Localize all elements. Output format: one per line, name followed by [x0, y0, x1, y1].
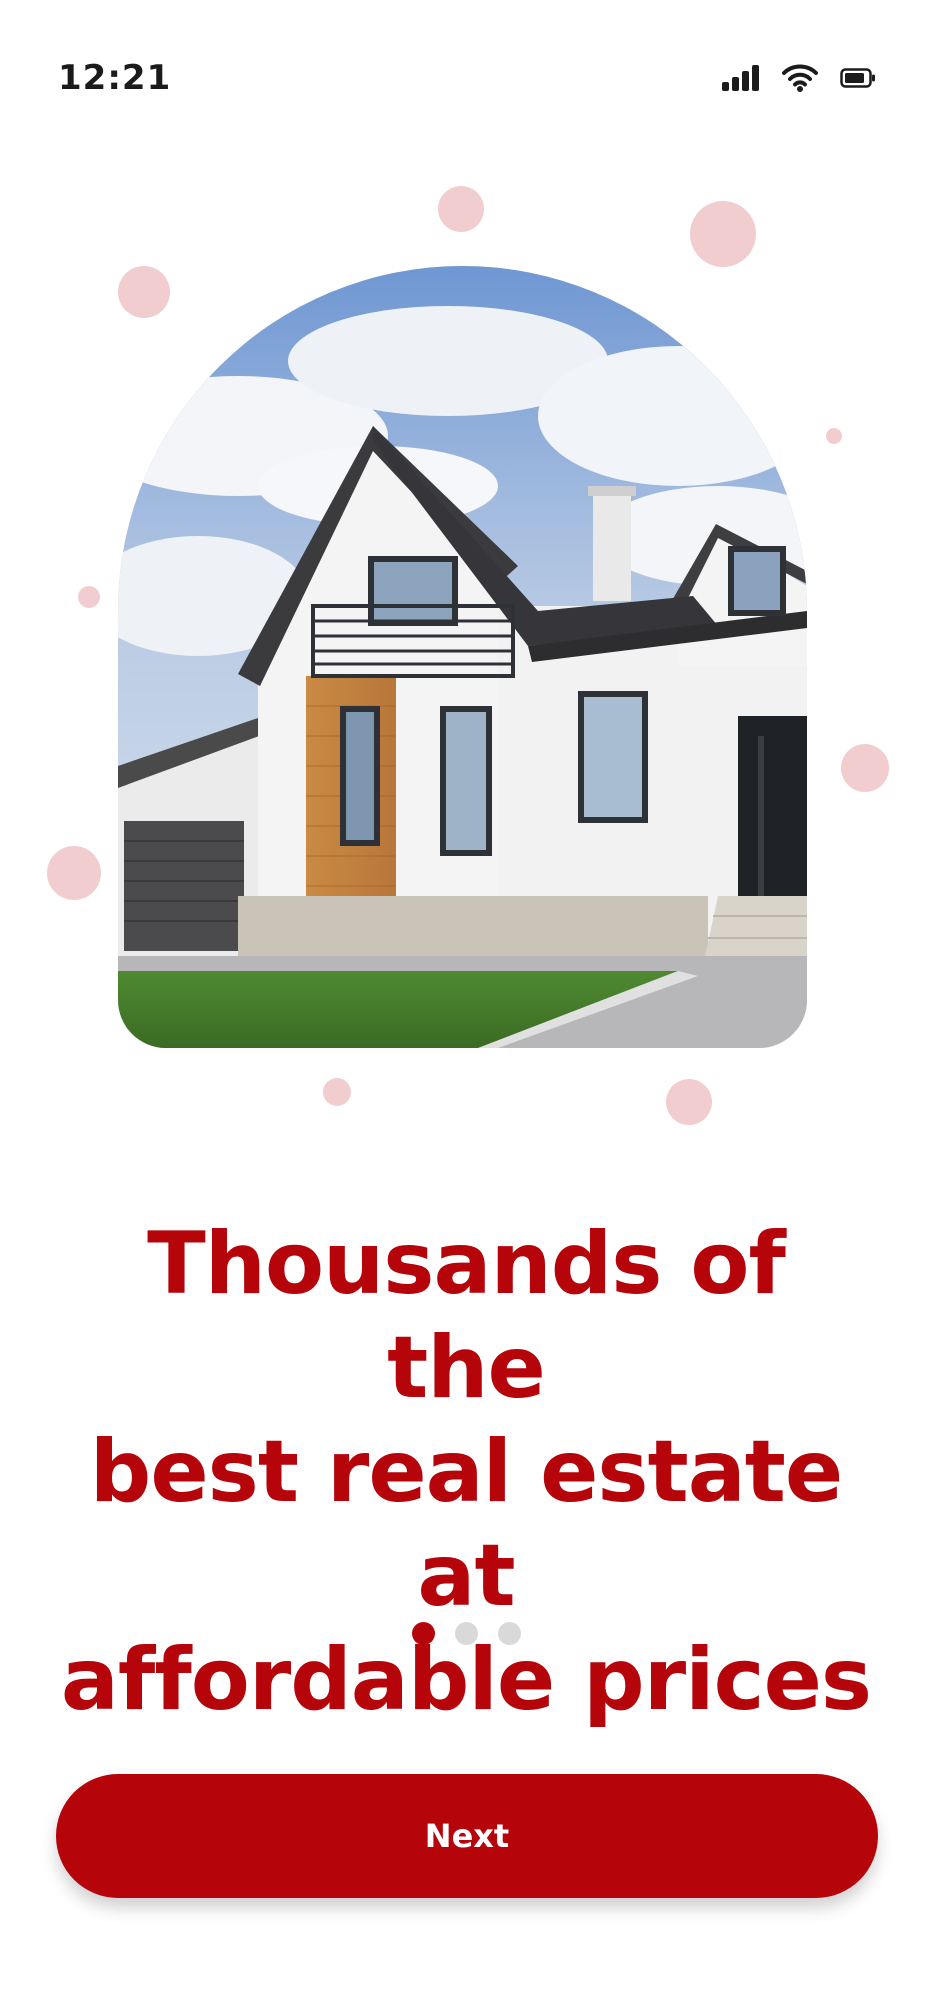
page-dot-2[interactable]	[454, 1622, 478, 1645]
onboarding-screen: 12:21 Thousands of the best real estate …	[0, 0, 932, 2016]
decor-dot	[323, 1078, 351, 1106]
decor-dot	[118, 266, 170, 318]
headline-line: Thousands of the	[147, 1214, 786, 1418]
battery-icon	[840, 68, 876, 92]
hero-house-image	[118, 266, 807, 1048]
page-dot-3[interactable]	[497, 1622, 521, 1645]
headline-line: best real estate at	[89, 1422, 843, 1626]
status-icons	[722, 64, 876, 96]
status-bar: 12:21	[0, 0, 932, 160]
decor-dot	[438, 186, 484, 232]
decor-dot	[690, 201, 756, 267]
page-indicator	[0, 1622, 932, 1645]
decor-dot	[47, 846, 101, 900]
wifi-icon	[782, 64, 818, 96]
next-button[interactable]: Next	[56, 1774, 878, 1898]
decor-dot	[841, 744, 889, 792]
cellular-signal-icon	[722, 65, 760, 95]
status-time: 12:21	[58, 58, 172, 98]
decor-dot	[826, 428, 842, 444]
onboarding-headline: Thousands of the best real estate at aff…	[60, 1212, 872, 1732]
decor-dot	[78, 586, 100, 608]
page-dot-1[interactable]	[411, 1622, 435, 1645]
decor-dot	[666, 1079, 712, 1125]
